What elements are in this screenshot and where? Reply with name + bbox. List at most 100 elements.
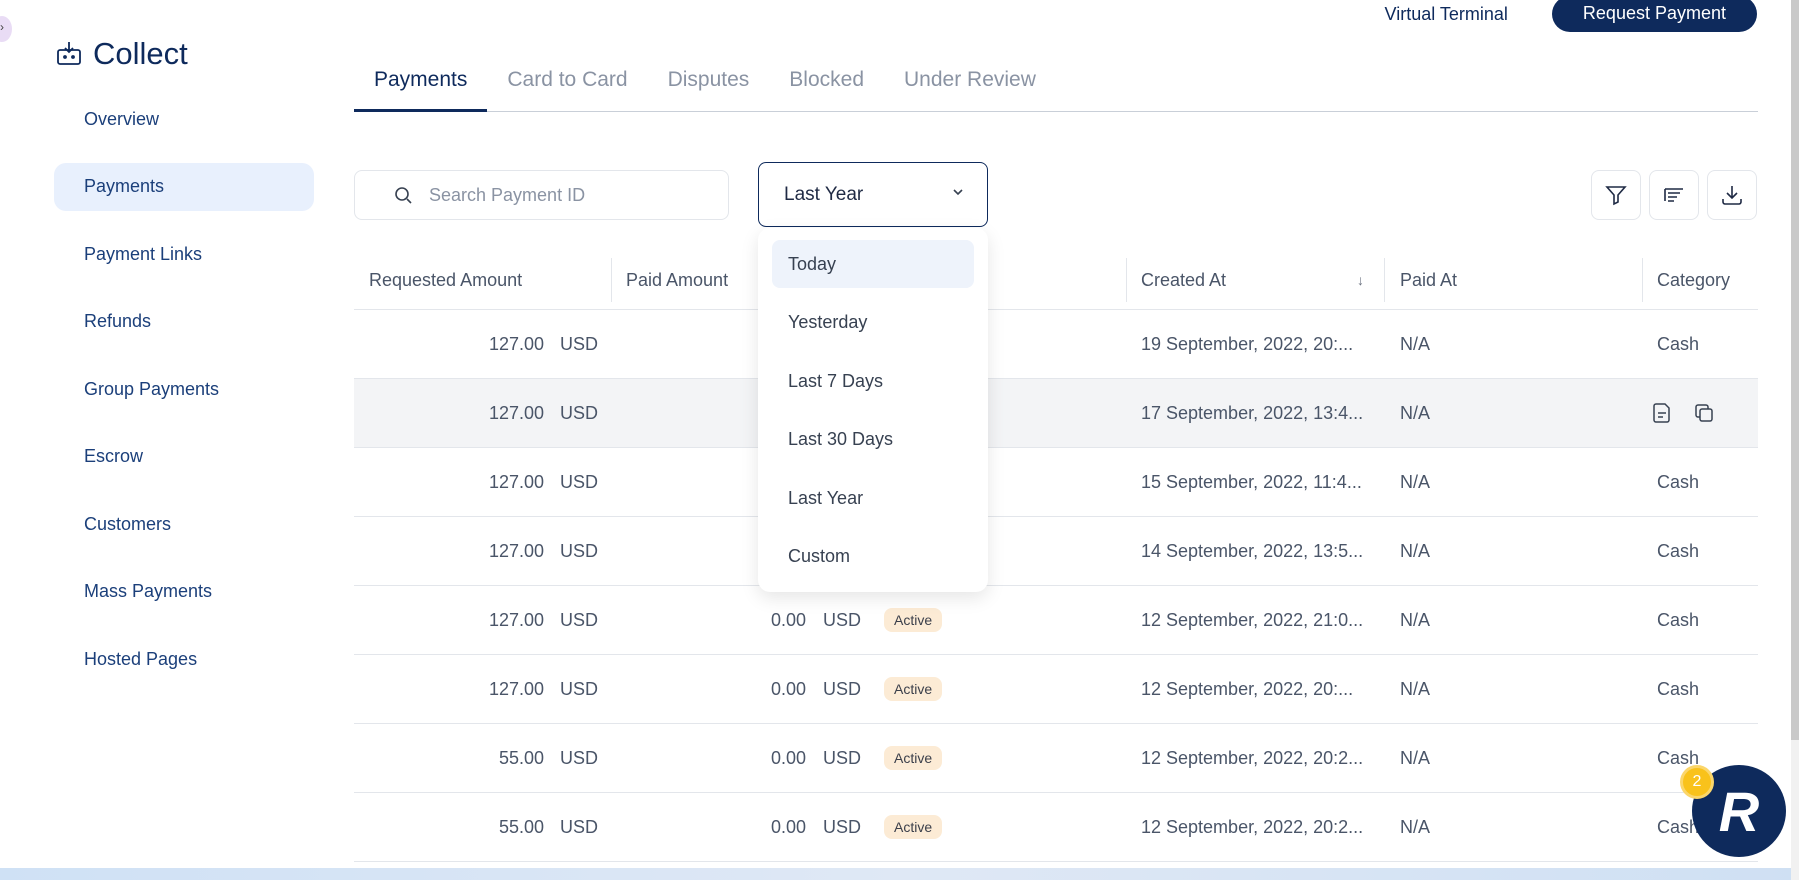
sort-desc-icon[interactable]: ↓ — [1357, 250, 1364, 310]
page-scrollbar[interactable] — [1791, 0, 1799, 880]
tab-payments[interactable]: Payments — [354, 56, 488, 112]
table-row[interactable]: 127.00 USD 15 September, 2022, 11:4... N/A C… — [354, 448, 1758, 517]
created-at: 12 September, 2022, 20:2... — [1141, 816, 1364, 837]
paid-at: N/A — [1400, 540, 1431, 561]
header-paid-at[interactable]: Paid At — [1400, 250, 1457, 310]
paid-amount: 0.00 — [770, 747, 806, 768]
created-at: 15 September, 2022, 11:4... — [1141, 471, 1362, 492]
category: Cash — [1657, 540, 1700, 561]
dropdown-option-today[interactable]: Today — [772, 240, 974, 288]
sidebar-item-escrow[interactable]: Escrow — [54, 433, 314, 481]
header-created-at[interactable]: Created At — [1141, 250, 1226, 310]
paid-amount: 0.00 — [770, 609, 806, 630]
chevron-down-icon — [951, 185, 965, 199]
dropdown-option-custom[interactable]: Custom — [772, 533, 974, 581]
virtual-terminal-link[interactable]: Virtual Terminal — [1385, 4, 1508, 25]
requested-amount: 127.00 — [488, 402, 544, 423]
created-at: 12 September, 2022, 20:... — [1141, 678, 1354, 699]
tab-blocked[interactable]: Blocked — [769, 56, 884, 112]
table-row[interactable]: 127.00 USD 19 September, 2022, 20:... N/A Ca… — [354, 310, 1758, 379]
tab-card-to-card[interactable]: Card to Card — [487, 56, 647, 112]
header-requested-amount[interactable]: Requested Amount — [369, 250, 522, 310]
table-row[interactable]: 127.00 USD 0.00 USD 12 September, 2022, 20:.… — [354, 655, 1758, 724]
table-row[interactable]: 127.00 USD 0.00 USD 12 September, 2022, 21:0… — [354, 586, 1758, 655]
paid-currency: USD — [823, 816, 862, 837]
table-row[interactable]: 55.00 USD 0.00 USD 12 September, 2022, 20:2.… — [354, 724, 1758, 793]
dropdown-option-last-30-days[interactable]: Last 30 Days — [772, 416, 974, 464]
table-tools — [1591, 170, 1757, 220]
search-box — [354, 170, 729, 220]
dropdown-option-last-year[interactable]: Last Year — [772, 474, 974, 522]
sort-icon — [1664, 188, 1683, 202]
scrollbar-thumb[interactable] — [1791, 0, 1799, 740]
status-cell: Active — [884, 793, 943, 861]
requested-amount: 127.00 — [488, 333, 544, 354]
document-icon[interactable] — [1650, 401, 1674, 425]
column-divider — [1642, 258, 1643, 302]
sidebar-item-payment-links[interactable]: Payment Links — [54, 230, 314, 278]
column-divider — [1126, 258, 1127, 302]
paid-at: N/A — [1400, 609, 1431, 630]
requested-amount: 127.00 — [488, 540, 544, 561]
requested-amount: 127.00 — [488, 471, 544, 492]
sidebar-toggle[interactable]: › — [0, 16, 12, 42]
requested-currency: USD — [560, 402, 599, 423]
sidebar-item-hosted-pages[interactable]: Hosted Pages — [54, 635, 314, 683]
app-title: Collect — [93, 36, 188, 71]
paid-currency: USD — [823, 747, 862, 768]
brand: Collect — [55, 36, 188, 72]
sidebar-item-customers[interactable]: Customers — [54, 500, 314, 548]
sidebar-item-refunds[interactable]: Refunds — [54, 298, 314, 346]
sidebar-item-payments[interactable]: Payments — [54, 162, 314, 211]
chat-widget-letter: R — [1718, 779, 1760, 843]
created-at: 19 September, 2022, 20:... — [1141, 333, 1354, 354]
dropdown-option-last-7-days[interactable]: Last 7 Days — [772, 357, 974, 405]
paid-at: N/A — [1400, 471, 1431, 492]
sidebar: › Collect Overview Payments Payment Links R… — [0, 0, 330, 880]
sidebar-item-mass-payments[interactable]: Mass Payments — [54, 568, 314, 616]
request-payment-button[interactable]: Request Payment — [1551, 0, 1757, 32]
created-at: 14 September, 2022, 13:5... — [1141, 540, 1364, 561]
requested-amount: 127.00 — [488, 609, 544, 630]
header-paid-amount[interactable]: Paid Amount — [626, 250, 728, 310]
date-range-select[interactable]: Last Year — [758, 162, 988, 227]
sidebar-item-group-payments[interactable]: Group Payments — [54, 365, 314, 413]
status-badge: Active — [884, 815, 943, 839]
table-row[interactable]: 127.00 USD 14 September, 2022, 13:5... N/A C… — [354, 517, 1758, 586]
table-header: Requested Amount Paid Amount Created At … — [354, 250, 1758, 310]
paid-at: N/A — [1400, 816, 1431, 837]
requested-currency: USD — [560, 678, 599, 699]
copy-icon[interactable] — [1692, 401, 1716, 425]
sidebar-item-overview[interactable]: Overview — [54, 95, 314, 143]
filter-button[interactable] — [1591, 170, 1641, 220]
table-row[interactable]: 127.00 USD 17 September, 2022, 13:4... N/A — [354, 379, 1758, 448]
requested-currency: USD — [560, 816, 599, 837]
date-range-value: Last Year — [784, 183, 864, 205]
category: Cash — [1657, 471, 1700, 492]
tab-disputes[interactable]: Disputes — [648, 56, 770, 112]
table-row[interactable]: 55.00 USD 0.00 USD 12 September, 2022, 20:2.… — [354, 793, 1758, 862]
payments-table: Requested Amount Paid Amount Created At … — [354, 250, 1758, 862]
status-badge: Active — [884, 608, 943, 632]
download-button[interactable] — [1707, 170, 1757, 220]
sidebar-nav: Overview Payments Payment Links Refunds Grou… — [54, 95, 314, 703]
dropdown-option-yesterday[interactable]: Yesterday — [772, 299, 974, 347]
requested-currency: USD — [560, 333, 599, 354]
paid-at: N/A — [1400, 402, 1431, 423]
requested-currency: USD — [560, 471, 599, 492]
paid-at: N/A — [1400, 747, 1431, 768]
header-category[interactable]: Category — [1657, 250, 1730, 310]
row-actions — [1650, 379, 1716, 447]
tab-under-review[interactable]: Under Review — [884, 56, 1056, 112]
paid-at: N/A — [1400, 678, 1431, 699]
sort-button[interactable] — [1649, 170, 1699, 220]
paid-currency: USD — [823, 678, 862, 699]
search-input[interactable] — [429, 184, 709, 206]
tabs: Payments Card to Card Disputes Blocked Under… — [354, 56, 1758, 112]
requested-amount: 55.00 — [498, 747, 544, 768]
requested-currency: USD — [560, 540, 599, 561]
status-cell: Active — [884, 655, 943, 723]
notification-badge: 2 — [1680, 765, 1714, 799]
status-cell: Active — [884, 724, 943, 792]
created-at: 12 September, 2022, 21:0... — [1141, 609, 1364, 630]
